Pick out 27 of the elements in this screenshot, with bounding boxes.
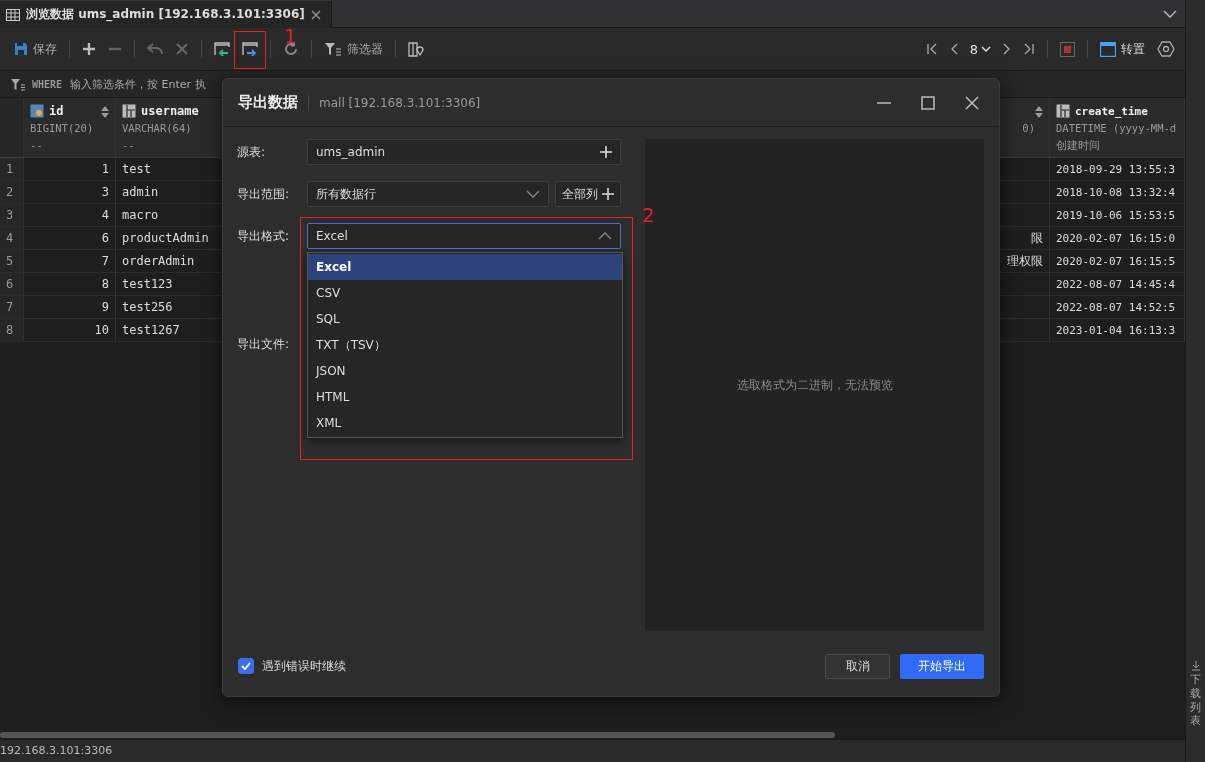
table-cell: 9 [24,296,116,318]
row-number: 8 [0,319,24,341]
row-number: 5 [0,250,24,272]
dialog-connection: mall [192.168.3.101:3306] [319,95,481,110]
table-cell: 6 [24,227,116,249]
checkbox-label: 遇到错误时继续 [262,657,346,675]
row-number: 4 [0,227,24,249]
table-cell: 8 [24,273,116,295]
annotation-number: 1 [284,26,297,46]
field-label: 导出文件: [237,335,291,353]
row-number: 2 [0,181,24,203]
field-label: 导出格式: [237,227,291,245]
field-label: 导出范围: [237,185,291,203]
row-number: 3 [0,204,24,226]
row-number: 6 [0,273,24,295]
table-cell: 1 [24,158,116,180]
row-number: 7 [0,296,24,318]
table-cell: 3 [24,181,116,203]
row-number: 1 [0,158,24,180]
table-cell: 10 [24,319,116,341]
annotation-number: 2 [642,205,655,225]
where-keyword: WHERE [32,78,63,90]
status-bar: 192.168.3.101:3306 [0,739,1185,762]
table-cell: 7 [24,250,116,272]
table-cell: 4 [24,204,116,226]
field-label: 源表: [237,143,267,161]
preview-message: 选取格式为二进制，无法预览 [736,376,893,394]
